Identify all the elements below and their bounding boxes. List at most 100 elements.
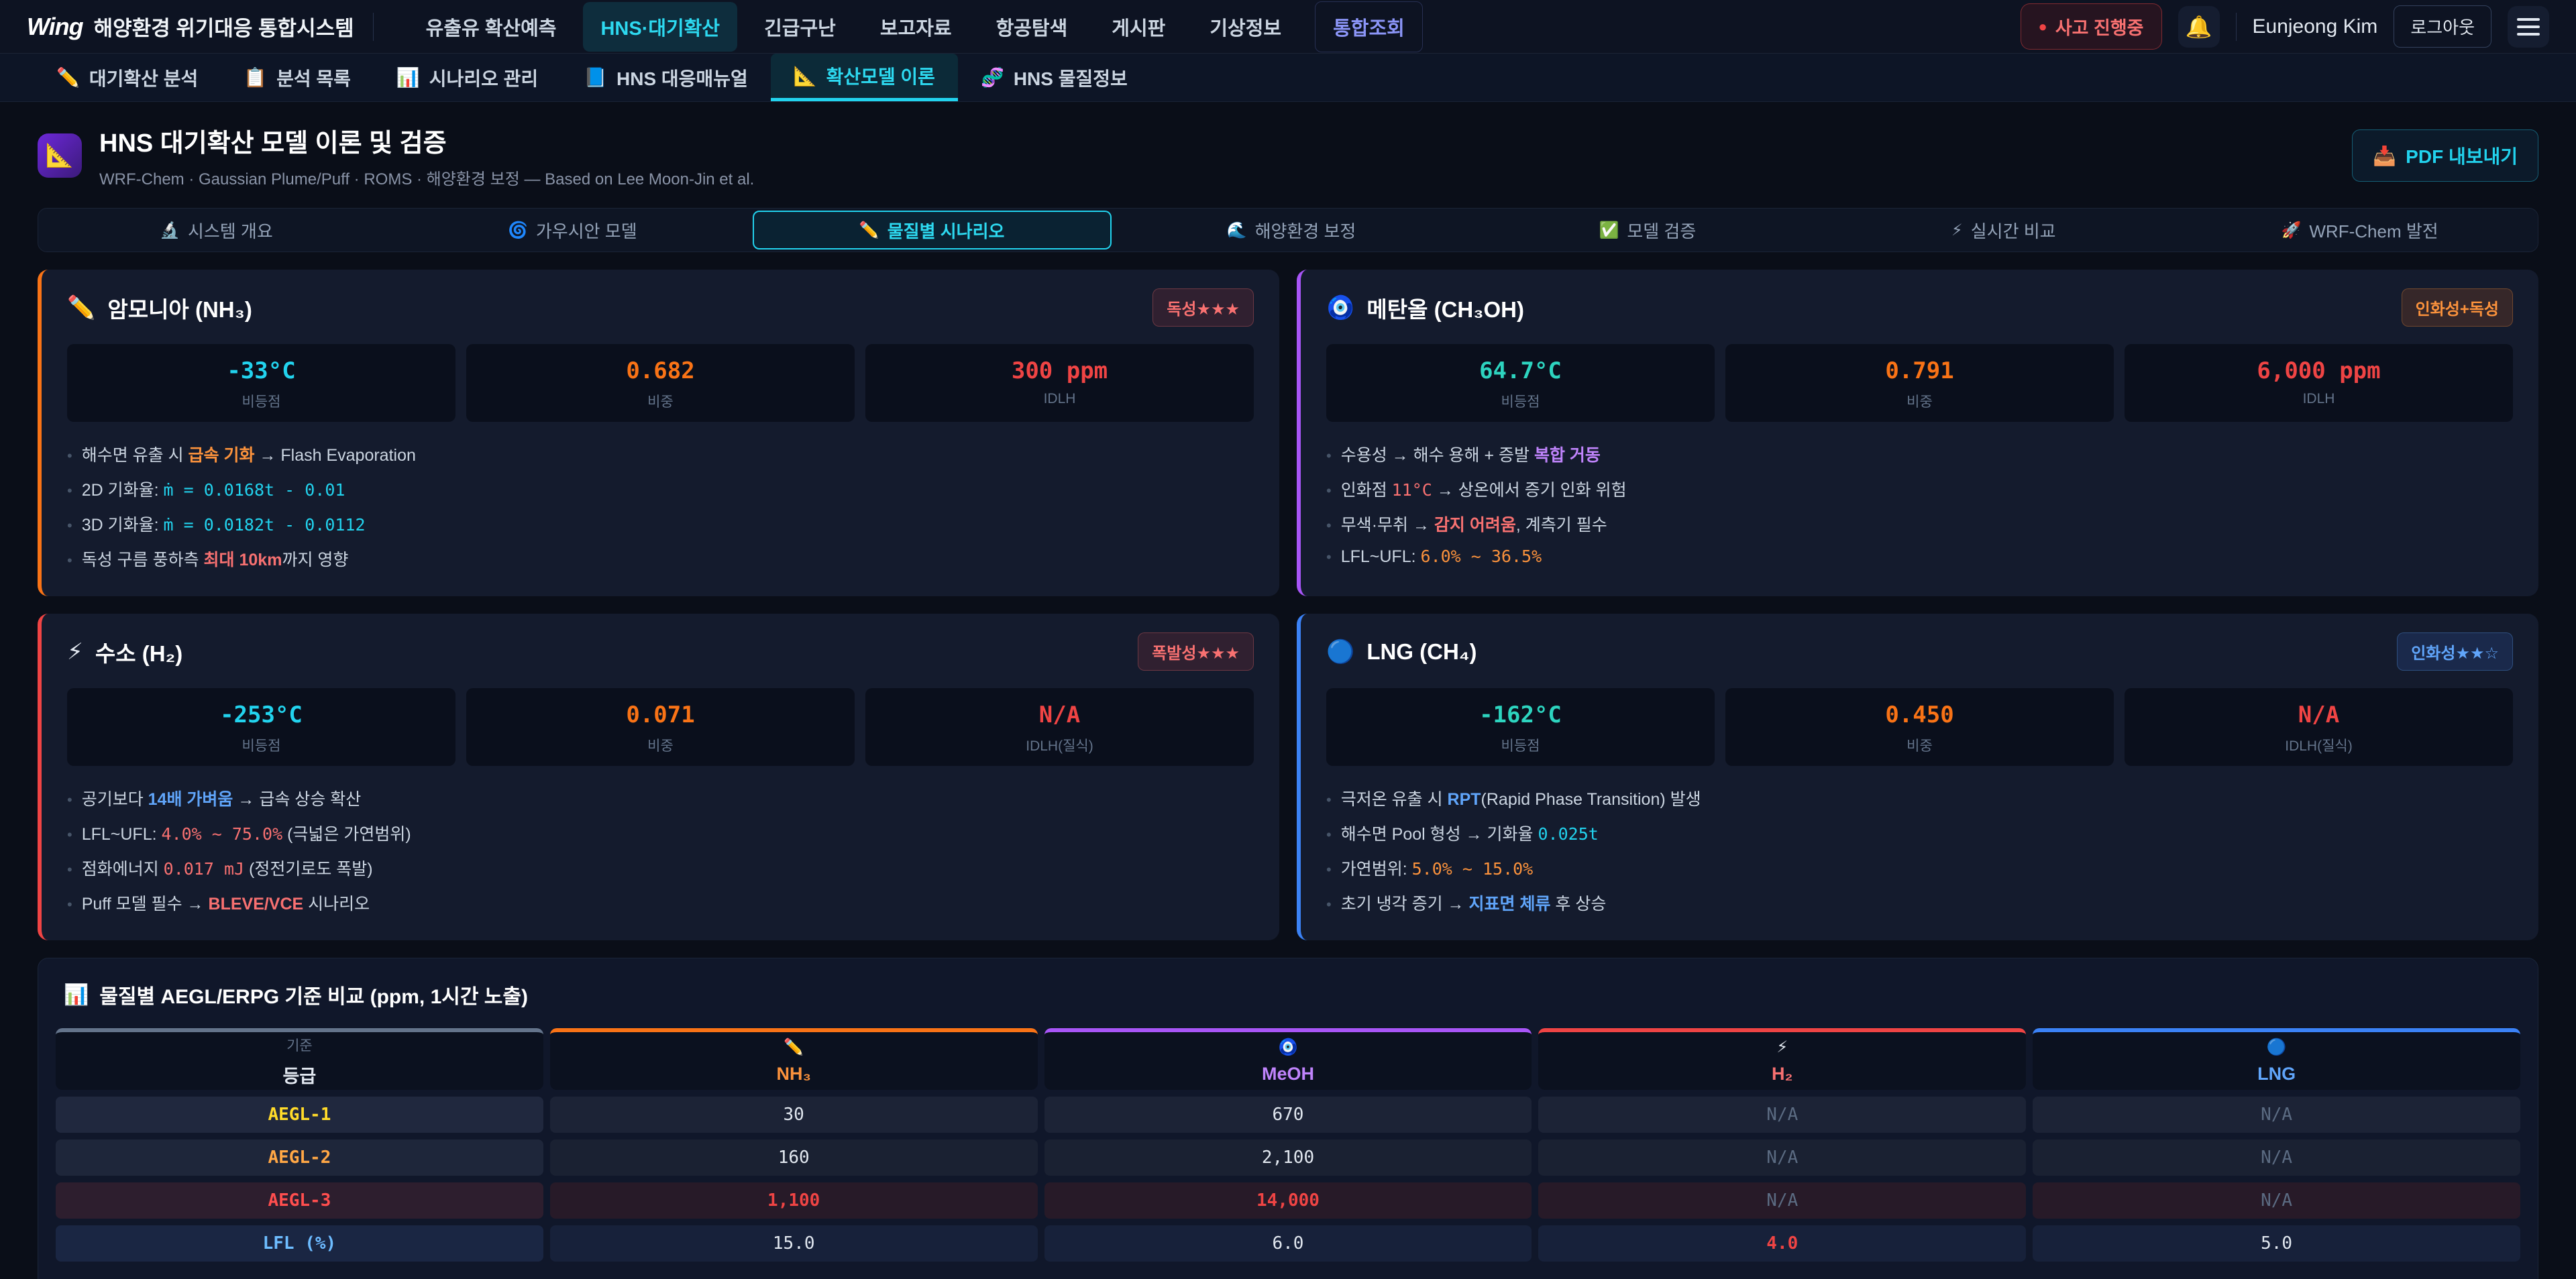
stat-label: IDLH(질식) (872, 735, 1247, 755)
bullet-item: •극저온 유출 시 RPT(Rapid Phase Transition) 발생 (1326, 781, 2513, 816)
bullet-segment: 인화점 (1341, 481, 1392, 500)
subnav-item-HNS 물질정보[interactable]: 🧬HNS 물질정보 (958, 54, 1150, 101)
table-cell: 14,000 (1044, 1182, 1532, 1219)
hydrogen-icon: ⚡ (67, 638, 83, 665)
stat-label: 비중 (1732, 735, 2107, 755)
top-nav-right: ● 사고 진행중 🔔 Eunjeong Kim 로그아웃 (2021, 3, 2549, 50)
bullet-segment: 지표면 체류 (1469, 895, 1551, 913)
card-header: 🔵LNG (CH₄)인화성★★☆ (1326, 632, 2513, 671)
card-ammonia: ✏️암모니아 (NH₃)독성★★★-33°C비등점0.682비중300 ppmI… (38, 270, 1279, 596)
pdf-export-button[interactable]: 📥 PDF 내보내기 (2352, 129, 2538, 182)
row-label-AEGL-3: AEGL-3 (56, 1182, 543, 1219)
table-cell: N/A (2033, 1097, 2520, 1133)
status-dot-icon: ● (2039, 18, 2047, 36)
table-cell: 15.0 (550, 1225, 1038, 1262)
bullet-text: LFL~UFL: 6.0% ~ 36.5% (1341, 547, 1542, 567)
bullet-item: •Puff 모델 필수 → BLEVE/VCE 시나리오 (67, 885, 1254, 920)
stat-label: 비등점 (74, 391, 449, 411)
tab-label: 모델 검증 (1627, 218, 1696, 243)
stat-box: -253°C비등점 (67, 688, 455, 766)
tab-WRF-Chem 발전[interactable]: 🚀WRF-Chem 발전 (2182, 209, 2538, 252)
tab-모델 검증[interactable]: ✅모델 검증 (1469, 209, 1825, 252)
column-header-label: LNG (2257, 1064, 2296, 1085)
subnav-item-label: 대기확산 분석 (89, 64, 198, 91)
table-cell: N/A (1538, 1097, 2026, 1133)
notification-bell-button[interactable]: 🔔 (2178, 6, 2220, 48)
bullet-dot: • (1326, 826, 1332, 844)
bullet-segment: → Flash Evaporation (255, 446, 416, 465)
methanol-icon: 🧿 (1326, 294, 1354, 321)
해양환경 보정-icon: 🌊 (1227, 221, 1247, 240)
nav-item-긴급구난[interactable]: 긴급구난 (747, 2, 853, 52)
tab-실시간 비교[interactable]: ⚡실시간 비교 (1825, 209, 2182, 252)
bullet-dot: • (67, 517, 72, 535)
nav-item-유출유 확산예측[interactable]: 유출유 확산예측 (409, 2, 574, 52)
tab-물질별 시나리오[interactable]: ✏️물질별 시나리오 (753, 211, 1112, 249)
divider (373, 13, 374, 41)
hamburger-menu-button[interactable] (2508, 6, 2549, 48)
bullet-segment: 공기보다 (82, 790, 148, 809)
stat-value: 0.791 (1732, 357, 2107, 384)
subnav-item-시나리오 관리[interactable]: 📊시나리오 관리 (374, 54, 561, 101)
bullet-segment: → 상온에서 증기 인화 위험 (1432, 481, 1627, 500)
subnav-item-HNS 대응매뉴얼[interactable]: 📘HNS 대응매뉴얼 (561, 54, 771, 101)
nav-item-통합조회[interactable]: 통합조회 (1315, 1, 1423, 52)
bullet-text: 해수면 Pool 형성 → 기화율 0.025t (1341, 821, 1599, 845)
subnav-item-label: HNS 물질정보 (1014, 64, 1128, 91)
table-cell: 5.0 (2033, 1225, 2520, 1262)
subnav-item-label: HNS 대응매뉴얼 (616, 64, 748, 91)
stat-value: 300 ppm (872, 357, 1247, 384)
bullet-segment: 복합 거동 (1534, 446, 1601, 465)
bullet-text: 가연범위: 5.0% ~ 15.0% (1341, 856, 1534, 880)
sub-nav: ✏️대기확산 분석📋분석 목록📊시나리오 관리📘HNS 대응매뉴얼 📐 확산모델 이… (0, 54, 2576, 102)
brand: Wing 해양환경 위기대응 통합시스템 (27, 11, 354, 42)
bar-chart-icon: 📊 (64, 983, 89, 1007)
bullet-segment: 6.0% ~ 36.5% (1421, 547, 1542, 566)
hazard-badge: 인화성★★☆ (2397, 632, 2513, 671)
ammonia-icon: ✏️ (67, 294, 95, 321)
table-cell: 670 (1044, 1097, 1532, 1133)
bullet-text: 극저온 유출 시 RPT(Rapid Phase Transition) 발생 (1341, 786, 1701, 810)
logout-button[interactable]: 로그아웃 (2394, 5, 2491, 48)
stat-box: 64.7°C비등점 (1326, 344, 1715, 422)
bullet-dot: • (67, 826, 72, 844)
stat-box: -33°C비등점 (67, 344, 455, 422)
subnav-item-label: 분석 목록 (276, 64, 351, 91)
bullet-dot: • (1326, 517, 1332, 535)
stat-box: 6,000 ppmIDLH (2125, 344, 2513, 422)
column-header-MeOH: 🧿MeOH (1044, 1028, 1532, 1090)
stat-label: IDLH(질식) (2131, 735, 2506, 755)
nav-item-HNS·대기확산[interactable]: HNS·대기확산 (583, 2, 737, 52)
column-header-label: MeOH (1262, 1064, 1314, 1085)
top-nav: Wing 해양환경 위기대응 통합시스템 유출유 확산예측HNS·대기확산긴급구… (0, 0, 2576, 54)
nav-item-기상정보[interactable]: 기상정보 (1192, 2, 1299, 52)
subnav-item-대기확산 분석[interactable]: ✏️대기확산 분석 (34, 54, 221, 101)
확산모델 이론-icon: 📐 (794, 65, 817, 87)
bullet-text: 독성 구름 풍하측 최대 10km까지 영향 (82, 547, 349, 571)
tab-해양환경 보정[interactable]: 🌊해양환경 보정 (1114, 209, 1470, 252)
stat-label: 비등점 (1333, 391, 1708, 411)
subnav-item-분석 목록[interactable]: 📋분석 목록 (221, 54, 374, 101)
card-lng: 🔵LNG (CH₄)인화성★★☆-162°C비등점0.450비중N/AIDLH(… (1297, 614, 2538, 940)
tab-가우시안 모델[interactable]: 🌀가우시안 모델 (394, 209, 751, 252)
comparison-table: 기준등급✏️NH₃🧿MeOH⚡H₂🔵LNGAEGL-130670N/AN/AAE… (56, 1028, 2520, 1262)
subnav-item-확산모델 이론[interactable]: 📐 확산모델 이론 (771, 54, 958, 101)
stat-box: 300 ppmIDLH (865, 344, 1254, 422)
nav-item-항공탐색[interactable]: 항공탐색 (979, 2, 1085, 52)
stat-label: 비중 (473, 735, 848, 755)
bullet-item: •LFL~UFL: 4.0% ~ 75.0% (극넓은 가연범위) (67, 816, 1254, 850)
nav-item-보고자료[interactable]: 보고자료 (863, 2, 969, 52)
bullet-segment: RPT (1448, 790, 1481, 809)
bullet-segment: , 계측기 필수 (1516, 516, 1607, 535)
card-title: 암모니아 (NH₃) (107, 292, 1140, 324)
WRF-Chem 발전-icon: 🚀 (2282, 221, 2302, 240)
subnav-item-label: 확산모델 이론 (826, 62, 935, 89)
stat-label: IDLH (2131, 391, 2506, 407)
bullet-text: 2D 기화율: ṁ = 0.0168t - 0.01 (82, 477, 345, 501)
bullet-item: •2D 기화율: ṁ = 0.0168t - 0.01 (67, 471, 1254, 506)
table-cell: 30 (550, 1097, 1038, 1133)
tab-시스템 개요[interactable]: 🔬시스템 개요 (38, 209, 394, 252)
bullet-dot: • (67, 861, 72, 879)
stat-value: N/A (872, 702, 1247, 728)
nav-item-게시판[interactable]: 게시판 (1094, 2, 1183, 52)
